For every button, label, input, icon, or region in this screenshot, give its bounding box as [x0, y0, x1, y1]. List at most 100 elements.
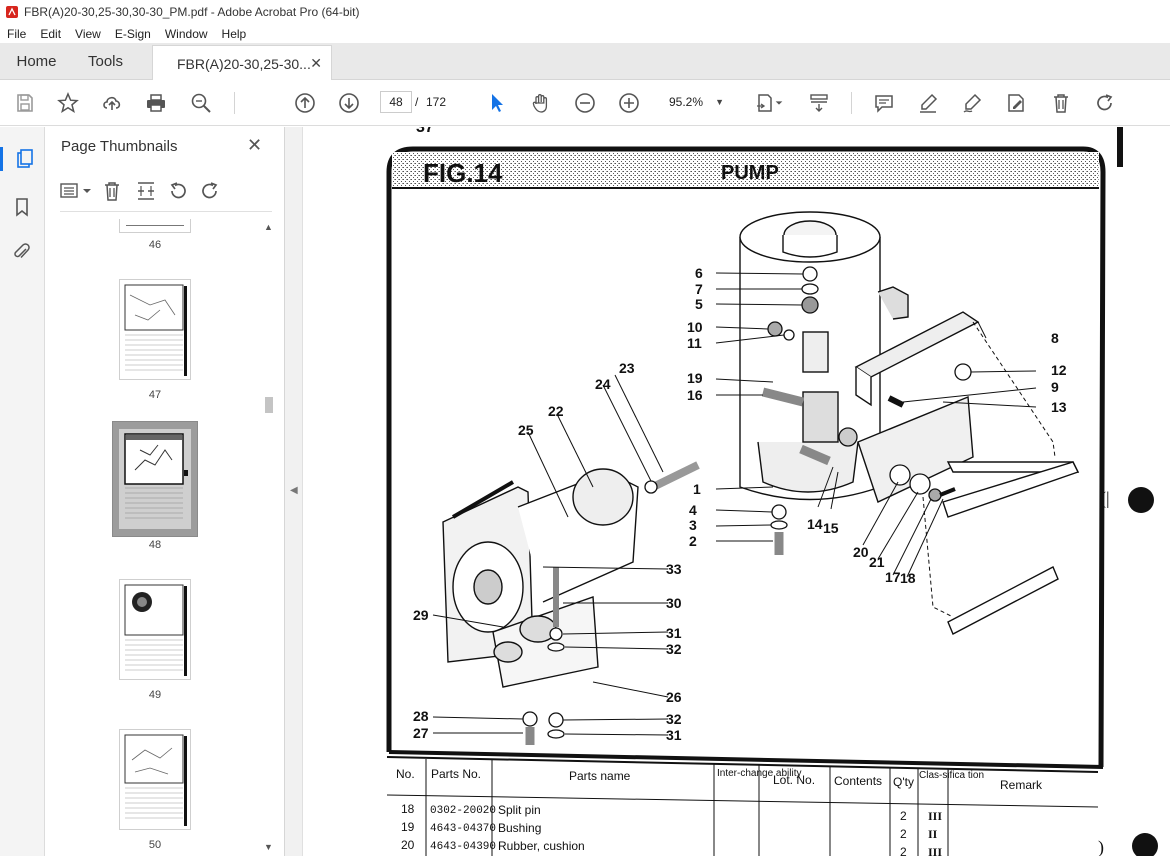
svg-text:4643-04370: 4643-04370: [430, 823, 496, 835]
scroll-down-icon[interactable]: ▼: [264, 842, 273, 852]
close-panel-icon[interactable]: ✕: [247, 135, 262, 156]
page-thumbnail-47[interactable]: [119, 279, 191, 380]
svg-text:20: 20: [401, 838, 415, 852]
collapse-panel-icon[interactable]: ◀: [290, 485, 298, 496]
page-thumbnail-48[interactable]: [119, 429, 191, 529]
print-icon[interactable]: [143, 90, 169, 116]
star-icon[interactable]: [55, 90, 81, 116]
page-thumbnails-nav-icon[interactable]: [0, 147, 44, 171]
svg-text:2: 2: [900, 827, 907, 841]
document-view[interactable]: 37 FIG.14 PUMP (| ) 6 7 5 10 11 8 12 9 1…: [303, 127, 1170, 856]
panel-collapse-gutter[interactable]: ◀: [285, 127, 303, 856]
thumbnail-page-number: 47: [148, 389, 162, 401]
binding-hole-mark: [1128, 487, 1154, 513]
tab-bar: Home Tools FBR(A)20-30,25-30... ✕: [0, 43, 1170, 81]
page-preview-image: [124, 584, 187, 676]
thumbnail-options-icon[interactable]: [59, 180, 93, 202]
svg-text:22: 22: [548, 403, 564, 419]
svg-text:32: 32: [666, 711, 682, 727]
fit-page-dropdown-icon[interactable]: [772, 90, 786, 116]
svg-text:4643-04390: 4643-04390: [430, 841, 496, 853]
zoom-out-icon[interactable]: [572, 90, 598, 116]
hand-tool-icon[interactable]: [528, 90, 554, 116]
svg-text:): ): [1098, 837, 1104, 856]
zoom-search-icon[interactable]: [188, 90, 214, 116]
attachment-icon[interactable]: [10, 240, 34, 264]
toolbar-divider: [851, 92, 852, 114]
scroll-thumb[interactable]: [265, 397, 273, 413]
table-header: No. Parts No. Parts name Inter-change ab…: [396, 767, 1043, 792]
svg-text:2: 2: [900, 809, 907, 823]
scroll-up-icon[interactable]: ▲: [264, 222, 273, 232]
svg-text:4: 4: [689, 502, 697, 518]
delete-page-icon[interactable]: [101, 180, 123, 202]
page-thumbnail-46[interactable]: [119, 219, 191, 233]
menu-edit[interactable]: Edit: [33, 27, 68, 41]
page-thumbnail-49[interactable]: [119, 579, 191, 680]
svg-text:Rubber, cushion: Rubber, cushion: [498, 839, 585, 853]
close-tab-icon[interactable]: ✕: [310, 55, 322, 72]
svg-text:II: II: [928, 827, 938, 841]
highlight-pen-icon[interactable]: [915, 90, 941, 116]
svg-text:27: 27: [413, 725, 429, 741]
sign-icon[interactable]: [959, 90, 985, 116]
tab-home[interactable]: Home: [0, 43, 73, 80]
menu-esign[interactable]: E-Sign: [108, 27, 158, 41]
page-thumbnail-50[interactable]: [119, 729, 191, 830]
bookmark-icon[interactable]: [10, 195, 34, 219]
menu-view[interactable]: View: [68, 27, 108, 41]
svg-text:Parts No.: Parts No.: [431, 767, 481, 781]
svg-text:8: 8: [1051, 330, 1059, 346]
previous-page-icon[interactable]: [292, 90, 318, 116]
svg-text:28: 28: [413, 708, 429, 724]
thumbnail-scrollbar[interactable]: ▲ ▼: [264, 222, 274, 852]
comment-icon[interactable]: [871, 90, 897, 116]
zoom-in-icon[interactable]: [616, 90, 642, 116]
select-cursor-icon[interactable]: [484, 90, 510, 116]
edit-pdf-icon[interactable]: [1003, 90, 1029, 116]
next-page-icon[interactable]: [336, 90, 362, 116]
svg-text:Clas-sifica tion: Clas-sifica tion: [919, 770, 984, 781]
page-number-input[interactable]: 48: [380, 91, 412, 113]
svg-text:7: 7: [695, 281, 703, 297]
svg-text:Bushing: Bushing: [498, 821, 541, 835]
svg-text:11: 11: [687, 335, 702, 351]
menu-file[interactable]: File: [0, 27, 33, 41]
thumbnail-page-number: 49: [148, 689, 162, 701]
menu-bar: File Edit View E-Sign Window Help: [0, 24, 1170, 43]
extract-page-icon[interactable]: [135, 180, 157, 202]
table-rows: 18 0302-20020 Split pin 2 III 19 4643-04…: [401, 802, 942, 856]
page-preview-image: [124, 284, 187, 376]
save-icon[interactable]: [12, 90, 38, 116]
zoom-level-value: 95.2%: [669, 95, 704, 109]
binding-hole-mark: [1132, 833, 1158, 856]
rotate-right-icon[interactable]: [199, 180, 221, 202]
svg-text:14: 14: [807, 516, 823, 532]
svg-text:5: 5: [695, 296, 703, 312]
svg-text:31: 31: [666, 727, 682, 743]
thumbnail-page-number: 50: [148, 839, 162, 851]
zoom-level-select[interactable]: 95.2% ▼: [660, 91, 732, 113]
svg-text:15: 15: [823, 520, 839, 536]
rotate-left-icon[interactable]: [167, 180, 189, 202]
toolbar: 48 / 172 95.2% ▼: [0, 80, 1170, 126]
svg-text:9: 9: [1051, 379, 1059, 395]
page-thumbnails-panel: Page Thumbnails ✕ 46 47 48 49 50 ▲ ▼: [45, 127, 285, 856]
thumbnail-toolbar: [59, 177, 221, 205]
svg-text:24: 24: [595, 376, 611, 392]
redo-icon[interactable]: [1092, 90, 1118, 116]
panel-title: Page Thumbnails: [61, 138, 178, 155]
svg-text:18: 18: [401, 802, 415, 816]
acrobat-app-icon: [6, 6, 18, 18]
upload-cloud-icon[interactable]: [99, 90, 125, 116]
scroll-mode-icon[interactable]: [806, 90, 832, 116]
svg-text:6: 6: [695, 265, 703, 281]
tab-document[interactable]: FBR(A)20-30,25-30... ✕: [152, 45, 332, 81]
menu-help[interactable]: Help: [215, 27, 254, 41]
menu-window[interactable]: Window: [158, 27, 215, 41]
svg-text:12: 12: [1051, 362, 1067, 378]
delete-icon[interactable]: [1048, 90, 1074, 116]
svg-text:10: 10: [687, 319, 703, 335]
tab-tools[interactable]: Tools: [73, 43, 138, 80]
svg-text:18: 18: [900, 570, 916, 586]
